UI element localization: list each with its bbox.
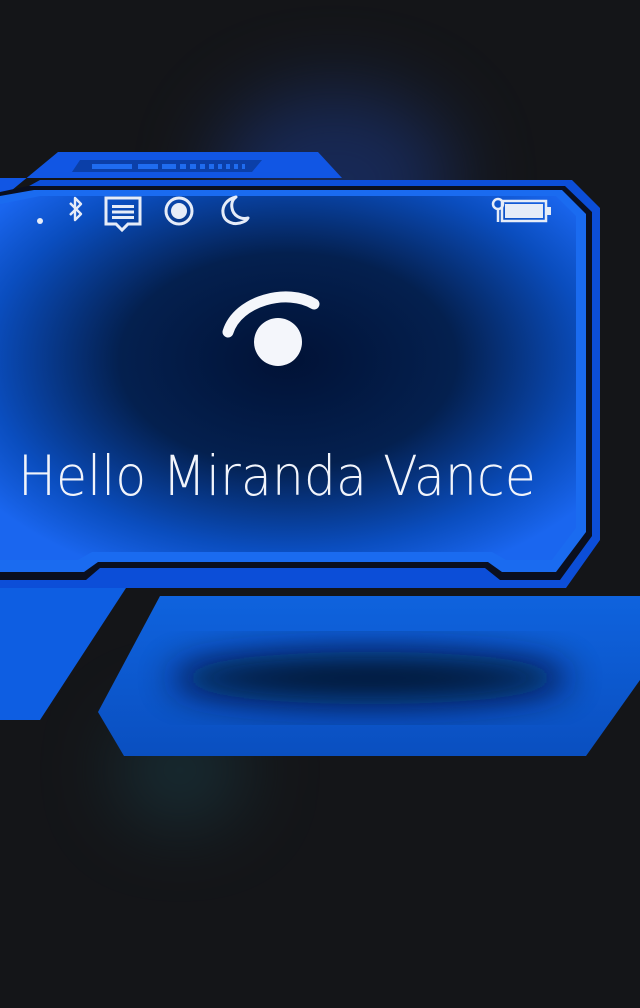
- greeting-text: Hello Miranda Vance: [18, 444, 536, 508]
- user-avatar-icon: [222, 291, 320, 366]
- record-icon: [164, 196, 194, 226]
- lower-panel: [0, 590, 640, 760]
- dot-icon: [37, 218, 43, 224]
- status-bar: [0, 188, 640, 238]
- battery-icon: [500, 199, 551, 223]
- bluetooth-icon: [69, 196, 83, 222]
- message-icon: [104, 196, 142, 233]
- moon-icon: [221, 195, 250, 226]
